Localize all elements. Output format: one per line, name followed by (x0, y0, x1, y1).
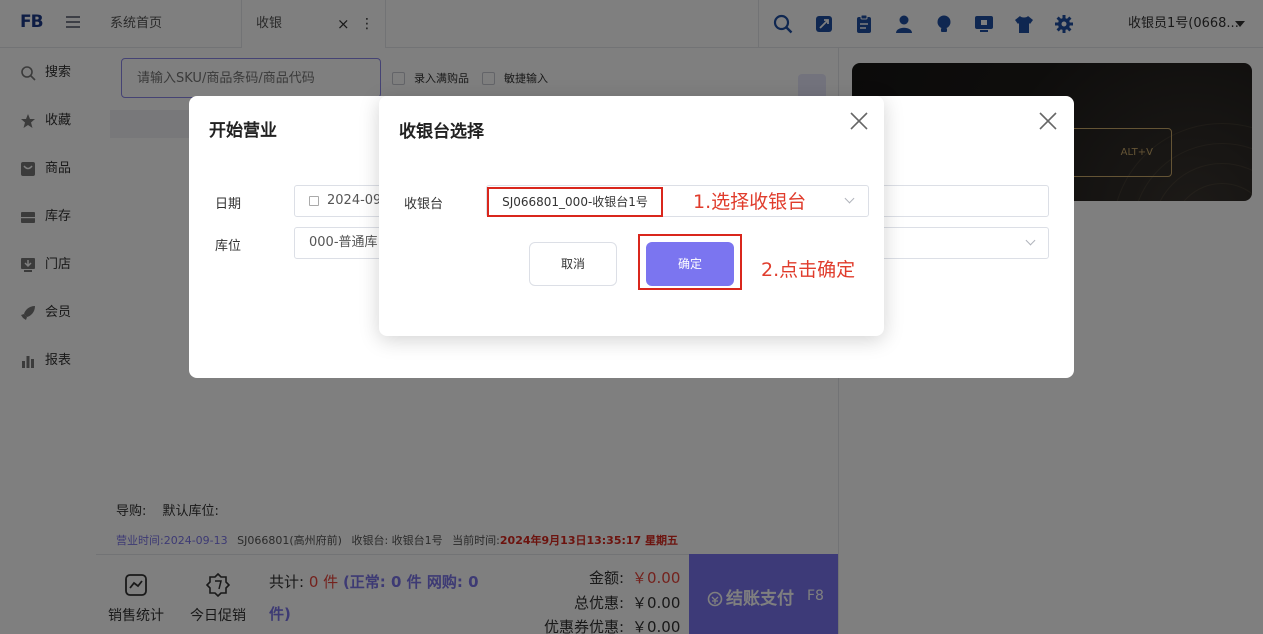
annotation-select-register: 1.选择收银台 (693, 191, 807, 213)
open-business-title: 开始营业 (209, 121, 277, 141)
calendar-icon (309, 195, 319, 206)
close-icon[interactable] (848, 110, 870, 132)
annotation-click-confirm: 2.点击确定 (761, 259, 856, 281)
location-value: 000-普通库 (309, 235, 378, 250)
close-icon[interactable] (1037, 110, 1059, 132)
register-select-dialog: 收银台选择 收银台 SJ066801_000-收银台1号 1.选择收银台 取消 … (379, 96, 884, 336)
dialog-title: 收银台选择 (399, 122, 484, 142)
date-value: 2024-09- (327, 193, 387, 208)
cancel-button[interactable]: 取消 (529, 242, 617, 286)
location-label: 库位 (215, 239, 242, 254)
confirm-button[interactable]: 确定 (646, 242, 734, 286)
register-selected-value[interactable]: SJ066801_000-收银台1号 (487, 187, 663, 217)
date-label: 日期 (215, 197, 242, 212)
register-label: 收银台 (404, 197, 444, 212)
